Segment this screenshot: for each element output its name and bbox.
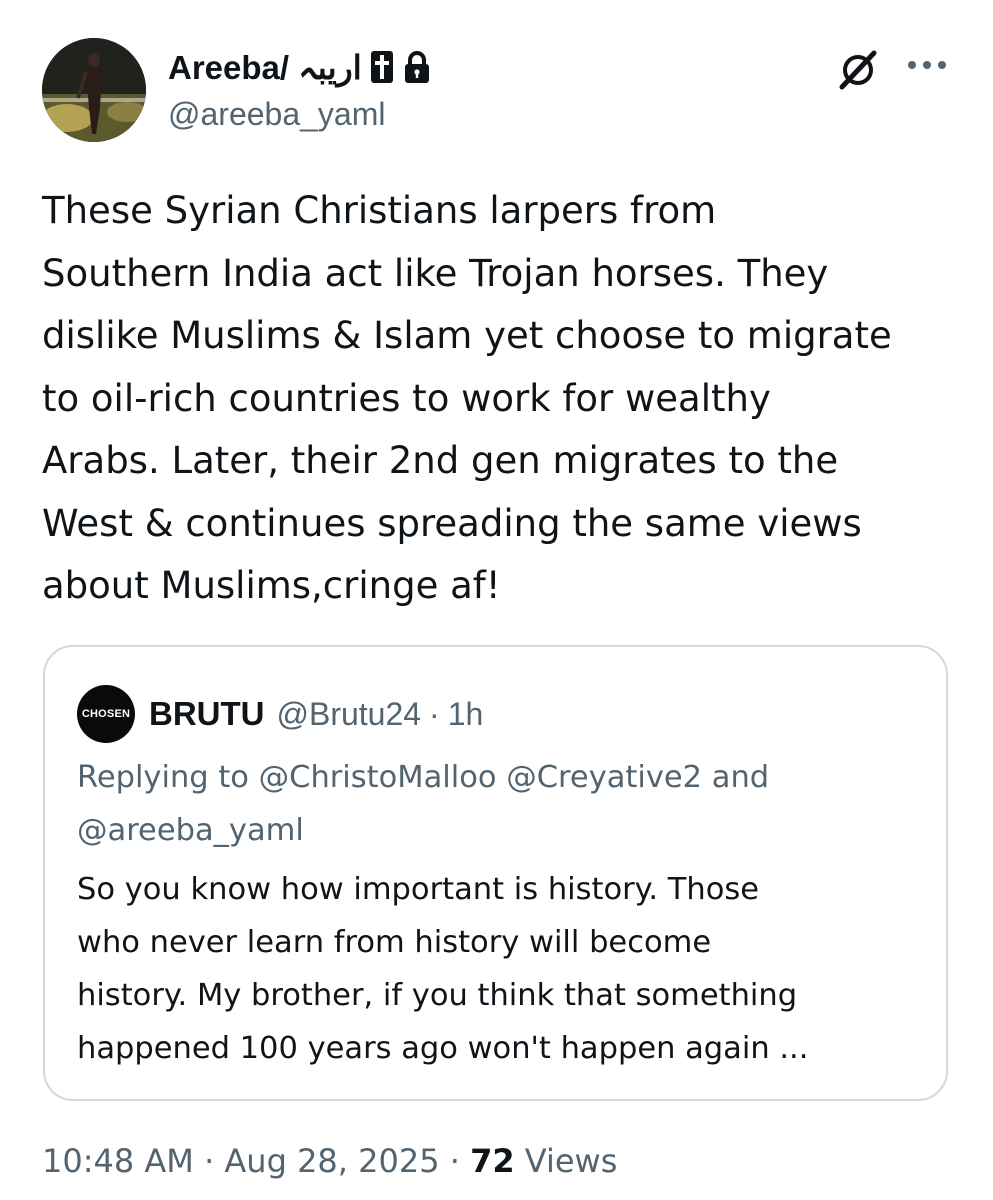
quoted-text-line: So you know how important is history. Th… [77, 872, 760, 907]
quoted-tweet[interactable]: CHOSEN BRUTU @Brutu24 · 1h Replying to @… [43, 645, 948, 1101]
tweet-text-line: Southern India act like Trojan horses. T… [42, 251, 829, 295]
quoted-author-name[interactable]: BRUTU [149, 695, 264, 733]
quoted-text-line: history. My brother, if you think that s… [77, 978, 798, 1013]
separator-dot: · [449, 1142, 460, 1180]
replying-to: Replying to @ChristoMalloo @Creyative2 a… [77, 751, 937, 857]
quoted-tweet-time[interactable]: 1h [448, 696, 484, 733]
lock-icon [402, 50, 432, 84]
views-count: 72 [470, 1142, 515, 1180]
tweet-text: These Syrian Christians larpers from Sou… [42, 180, 957, 618]
tweet-text-line: These Syrian Christians larpers from [42, 189, 717, 232]
tweet-text-line: dislike Muslims & Islam yet choose to mi… [42, 314, 892, 357]
replying-to-line: Replying to @ChristoMalloo @Creyative2 a… [77, 760, 770, 795]
tweet-date[interactable]: Aug 28, 2025 [224, 1142, 439, 1180]
quoted-text-line: happened 100 years ago won't happen agai… [77, 1031, 809, 1066]
quoted-author-avatar[interactable]: CHOSEN [77, 685, 135, 743]
views-label: Views [524, 1142, 618, 1180]
author-display-name[interactable]: Areeba/ اریبہ [168, 48, 362, 87]
more-horizontal-icon[interactable] [904, 50, 950, 80]
latin-cross-icon [370, 50, 394, 84]
tweet-text-line: West & continues spreading the same view… [42, 501, 862, 545]
tweet-text-line: to oil-rich countries to work for wealth… [42, 376, 771, 420]
author-avatar[interactable] [42, 38, 146, 142]
quoted-avatar-text: CHOSEN [81, 708, 131, 720]
tweet-time[interactable]: 10:48 AM [42, 1142, 194, 1180]
author-handle[interactable]: @areeba_yaml [168, 96, 385, 133]
replying-to-line: @areeba_yaml [77, 813, 304, 848]
quoted-tweet-text: So you know how important is history. Th… [77, 863, 937, 1075]
separator-dot: · [429, 695, 440, 732]
grok-icon[interactable] [836, 48, 880, 92]
tweet-text-line: about Muslims,cringe af! [42, 564, 501, 607]
author-name-row: Areeba/ اریبہ [168, 44, 432, 90]
quoted-text-line: who never learn from history will become [77, 925, 712, 960]
separator-dot: · [204, 1142, 215, 1180]
quoted-author-handle[interactable]: @Brutu24 [276, 696, 421, 733]
quoted-tweet-header: BRUTU @Brutu24 · 1h [149, 685, 483, 743]
tweet-metadata: 10:48 AM · Aug 28, 2025 · 72 Views [42, 1142, 617, 1180]
tweet-card: Areeba/ اریبہ @areeba_yaml These Syrian … [0, 0, 993, 1200]
tweet-text-line: Arabs. Later, their 2nd gen migrates to … [42, 439, 839, 482]
